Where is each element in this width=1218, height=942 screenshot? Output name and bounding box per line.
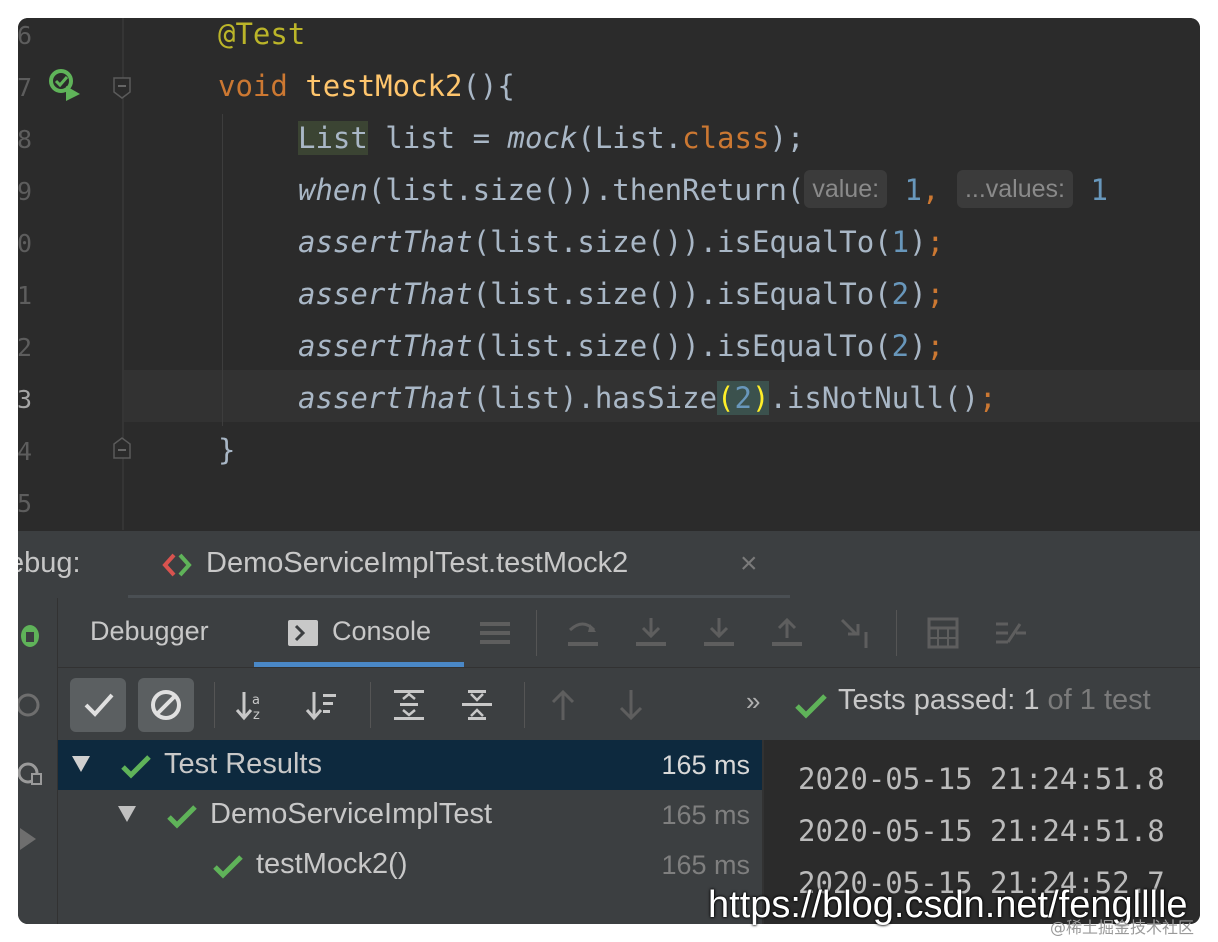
console-line: 2020-05-15 21:24:51.8 xyxy=(798,814,1165,848)
step-out-icon[interactable] xyxy=(770,616,804,650)
sort-alphabetically-icon[interactable]: az xyxy=(234,688,268,722)
line-number-current: 3 xyxy=(18,385,32,414)
tree-row-test-class[interactable]: DemoServiceImplTest 165 ms xyxy=(58,790,762,840)
code-editor[interactable]: 6 7 8 9 0 1 2 3 4 5 @Test void testMock2… xyxy=(18,18,1200,530)
line-number: 5 xyxy=(18,489,32,518)
line-number: 6 xyxy=(18,21,32,50)
passed-check-icon xyxy=(121,755,151,779)
check-icon xyxy=(84,693,114,717)
step-into-icon[interactable] xyxy=(702,616,736,650)
param-hint-values: ...values: xyxy=(956,170,1073,208)
toolbar-separator xyxy=(896,610,897,656)
line-number: 1 xyxy=(18,281,32,310)
close-tab-icon[interactable]: × xyxy=(740,547,758,581)
tests-passed-check-icon xyxy=(795,694,827,719)
rerun-debug-icon[interactable] xyxy=(18,620,44,650)
ignored-icon xyxy=(151,690,181,720)
line-number: 0 xyxy=(18,229,32,258)
test-runner-toolbar: az » Tests passed: 1 of 1 test xyxy=(58,668,1200,740)
test-status-text: Tests passed: 1 of 1 test xyxy=(838,684,1151,716)
passed-check-icon xyxy=(167,805,197,829)
debugger-toolbar: Debugger Console xyxy=(58,598,1200,668)
debug-session-tab[interactable]: DemoServiceImplTest.testMock2 × xyxy=(128,531,790,599)
tree-row-test-method[interactable]: testMock2() 165 ms xyxy=(58,840,762,890)
tree-label: DemoServiceImplTest xyxy=(210,798,493,830)
test-results-tree: Test Results 165 ms DemoServiceImplTest … xyxy=(58,740,762,924)
code-line-assert-2: assertThat(list.size()).isEqualTo(2); xyxy=(298,277,945,311)
debug-tool-window-header: ebug: DemoServiceImplTest.testMock2 × xyxy=(18,530,1200,599)
debug-label: ebug: xyxy=(18,547,81,579)
code-line-assert-3: assertThat(list.size()).isEqualTo(2); xyxy=(298,329,945,363)
toolbar-separator xyxy=(370,682,371,728)
active-tab-indicator xyxy=(254,662,464,667)
tree-label: Test Results xyxy=(164,748,322,780)
code-line-signature: void testMock2(){ xyxy=(218,69,515,103)
line-number: 7 xyxy=(18,73,32,102)
next-failed-test-icon[interactable] xyxy=(614,688,648,722)
tab-console[interactable]: Console xyxy=(332,616,431,647)
ide-window: 6 7 8 9 0 1 2 3 4 5 @Test void testMock2… xyxy=(18,18,1200,924)
tree-duration: 165 ms xyxy=(661,750,750,780)
tree-label: testMock2() xyxy=(256,848,408,880)
trace-stream-icon[interactable] xyxy=(994,616,1028,650)
expand-all-icon[interactable] xyxy=(392,688,426,722)
code-line-assert-1: assertThat(list.size()).isEqualTo(1); xyxy=(298,225,945,259)
show-passed-toggle[interactable] xyxy=(70,678,126,732)
console-line: 2020-05-15 21:24:51.8 xyxy=(798,762,1165,796)
fold-marker-icon[interactable] xyxy=(112,76,132,100)
line-number: 9 xyxy=(18,177,32,206)
run-test-gutter-icon[interactable] xyxy=(48,68,82,102)
debug-tab-label: DemoServiceImplTest.testMock2 xyxy=(206,547,629,579)
step-over-icon[interactable] xyxy=(634,616,668,650)
previous-failed-test-icon[interactable] xyxy=(546,688,580,722)
line-number: 8 xyxy=(18,125,32,154)
fold-end-marker-icon[interactable] xyxy=(112,436,132,460)
toolbar-separator xyxy=(524,682,525,728)
collapse-all-icon[interactable] xyxy=(460,688,494,722)
line-number: 2 xyxy=(18,333,32,362)
settings-icon[interactable] xyxy=(18,758,44,788)
show-execution-point-icon[interactable] xyxy=(566,616,600,650)
menu-lines-icon[interactable] xyxy=(478,616,512,650)
param-hint-value: value: xyxy=(804,170,888,208)
tree-row-test-results[interactable]: Test Results 165 ms xyxy=(58,740,762,790)
line-number: 4 xyxy=(18,437,32,466)
indent-guide xyxy=(222,114,223,426)
tree-duration: 165 ms xyxy=(661,800,750,830)
evaluate-expression-icon[interactable] xyxy=(926,616,960,650)
tree-duration: 165 ms xyxy=(661,850,750,880)
tab-debugger[interactable]: Debugger xyxy=(90,616,209,647)
svg-text:a: a xyxy=(252,693,260,708)
more-actions-button[interactable]: » xyxy=(746,686,760,717)
console-icon xyxy=(288,620,318,646)
expand-arrow-icon[interactable] xyxy=(116,802,138,824)
toolbar-separator xyxy=(214,682,215,728)
svg-text:z: z xyxy=(253,708,260,722)
watermark-credit: @稀土掘金技术社区 xyxy=(1050,918,1195,937)
resume-icon[interactable] xyxy=(18,824,44,854)
debug-side-toolbar xyxy=(18,598,58,924)
code-line-when: when(list.size()).thenReturn(value: 1, .… xyxy=(298,164,1108,216)
passed-check-icon xyxy=(213,855,243,879)
stop-icon[interactable] xyxy=(18,690,44,720)
run-to-cursor-icon[interactable] xyxy=(838,616,872,650)
junit-test-icon xyxy=(162,553,192,577)
code-line-close: } xyxy=(218,433,236,467)
sort-by-duration-icon[interactable] xyxy=(304,688,338,722)
toolbar-separator xyxy=(536,610,537,656)
show-ignored-toggle[interactable] xyxy=(138,678,194,732)
code-line-annotation: @Test xyxy=(218,18,306,51)
expand-arrow-icon[interactable] xyxy=(70,752,92,774)
code-line-assert-size: assertThat(list).hasSize(2).isNotNull(); xyxy=(298,381,997,415)
code-line-mock: List list = mock(List.class); xyxy=(298,121,805,155)
